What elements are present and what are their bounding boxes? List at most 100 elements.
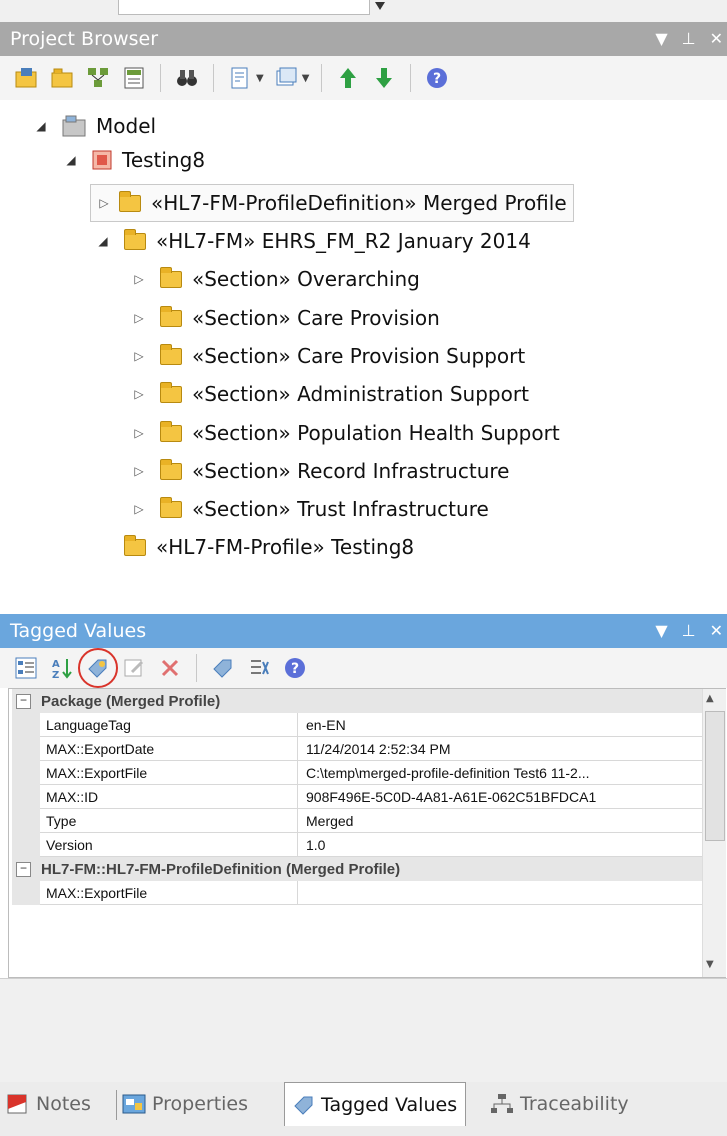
tag-value[interactable]: C:\temp\merged-profile-definition Test6 … xyxy=(298,761,702,785)
tree-node-section[interactable]: ▷ «Section» Care Provision xyxy=(132,301,440,335)
tab-tagged-values[interactable]: Tagged Values xyxy=(284,1082,467,1126)
grid-category[interactable]: − Package (Merged Profile) xyxy=(12,689,702,713)
description-area[interactable] xyxy=(0,978,727,1083)
edit-button[interactable] xyxy=(120,654,148,682)
scroll-down-icon[interactable]: ▼ xyxy=(706,959,714,970)
move-up-button[interactable] xyxy=(334,64,362,92)
tab-properties[interactable]: Properties xyxy=(122,1082,248,1126)
expand-icon[interactable]: ▷ xyxy=(132,272,146,286)
tree-node-label: «Section» Record Infrastructure xyxy=(192,459,510,483)
grid-row[interactable]: MAX::ID 908F496E-5C0D-4A81-A61E-062C51BFD… xyxy=(12,785,702,809)
package-icon xyxy=(92,150,112,170)
model-icon xyxy=(62,115,86,137)
tree-node-testing8[interactable]: ◢ Testing8 xyxy=(64,143,205,177)
grid-row[interactable]: LanguageTag en-EN xyxy=(12,713,702,737)
tree-node-section[interactable]: ▷ «Section» Overarching xyxy=(132,262,420,296)
tag-value[interactable]: 1.0 xyxy=(298,833,702,857)
tag-value[interactable]: en-EN xyxy=(298,713,702,737)
grid-row[interactable]: MAX::ExportFile C:\temp\merged-profile-de… xyxy=(12,761,702,785)
expand-icon[interactable]: ▷ xyxy=(132,311,146,325)
help-button[interactable]: ? xyxy=(281,654,309,682)
move-down-button[interactable] xyxy=(370,64,398,92)
grid-row[interactable]: Type Merged xyxy=(12,809,702,833)
dropdown-icon[interactable]: ▼ xyxy=(655,22,667,56)
new-diagram-button[interactable] xyxy=(84,64,112,92)
categorized-view-icon xyxy=(15,657,37,679)
new-tag-button[interactable] xyxy=(78,648,118,688)
tagged-values-toolbar: AZ ? xyxy=(0,648,727,688)
folder-icon xyxy=(124,228,146,250)
svg-text:Z: Z xyxy=(52,670,59,680)
tag-icon xyxy=(294,1096,313,1115)
toolbar-separator xyxy=(213,64,214,92)
delete-button[interactable] xyxy=(156,654,184,682)
tag-button[interactable] xyxy=(209,654,237,682)
view-button[interactable] xyxy=(272,64,300,92)
expand-icon[interactable]: ▷ xyxy=(132,502,146,516)
new-element-icon xyxy=(124,67,144,89)
folder-icon xyxy=(160,305,182,327)
folder-icon xyxy=(124,534,146,556)
collapse-icon[interactable]: − xyxy=(16,861,31,877)
new-element-button[interactable] xyxy=(120,64,148,92)
properties-button[interactable] xyxy=(226,64,254,92)
tag-name: LanguageTag xyxy=(40,713,298,737)
filter-button[interactable] xyxy=(245,654,273,682)
help-button[interactable]: ? xyxy=(423,64,451,92)
collapse-icon[interactable]: ◢ xyxy=(96,234,110,248)
grid-category[interactable]: − HL7-FM::HL7-FM-ProfileDefinition (Merg… xyxy=(12,857,702,881)
tag-value[interactable]: 11/24/2014 2:52:34 PM xyxy=(298,737,702,761)
tree-node-section[interactable]: ▷ «Section» Care Provision Support xyxy=(132,339,525,373)
grid-scrollbar[interactable]: ▲ ▼ xyxy=(702,689,726,977)
new-package-button[interactable] xyxy=(48,64,76,92)
find-button[interactable] xyxy=(173,64,201,92)
tree-node-model[interactable]: ◢ Model xyxy=(34,109,156,143)
tree-node-label: «HL7-FM» EHRS_FM_R2 January 2014 xyxy=(156,229,531,253)
tag-name: Version xyxy=(40,833,298,857)
tag-name: MAX::ID xyxy=(40,785,298,809)
scroll-thumb[interactable] xyxy=(705,711,725,841)
dropdown-icon[interactable]: ▼ xyxy=(655,614,667,648)
close-icon[interactable]: ✕ xyxy=(710,22,723,56)
pin-icon[interactable]: ⊥ xyxy=(682,614,696,648)
collapse-icon[interactable]: − xyxy=(16,693,31,709)
grid-row[interactable]: Version 1.0 xyxy=(12,833,702,857)
edit-icon xyxy=(124,659,144,677)
tree-node-section[interactable]: ▷ «Section» Population Health Support xyxy=(132,416,560,450)
collapse-icon[interactable]: ◢ xyxy=(34,119,48,133)
collapse-icon[interactable]: ◢ xyxy=(64,153,78,167)
expand-icon[interactable]: ▷ xyxy=(132,464,146,478)
expand-icon[interactable]: ▷ xyxy=(132,349,146,363)
chevron-down-icon[interactable]: ▼ xyxy=(302,73,310,84)
new-model-button[interactable] xyxy=(12,64,40,92)
tab-notes[interactable]: Notes xyxy=(6,1082,91,1126)
tag-value[interactable] xyxy=(298,881,702,905)
sort-az-button[interactable]: AZ xyxy=(48,654,76,682)
tree-node-profile-testing8[interactable]: «HL7-FM-Profile» Testing8 xyxy=(124,530,414,564)
chevron-down-icon[interactable]: ▼ xyxy=(256,73,264,84)
tree-node-section[interactable]: ▷ «Section» Administration Support xyxy=(132,377,529,411)
tab-label: Traceability xyxy=(520,1093,629,1115)
grid-row[interactable]: MAX::ExportFile xyxy=(12,881,702,905)
pin-icon[interactable]: ⊥ xyxy=(682,22,696,56)
tag-name: MAX::ExportFile xyxy=(40,881,298,905)
grid-row[interactable]: MAX::ExportDate 11/24/2014 2:52:34 PM xyxy=(12,737,702,761)
expand-icon[interactable]: ▷ xyxy=(132,387,146,401)
tag-value[interactable]: 908F496E-5C0D-4A81-A61E-062C51BFDCA1 xyxy=(298,785,702,809)
tree-node-section[interactable]: ▷ «Section» Record Infrastructure xyxy=(132,454,509,488)
delete-icon xyxy=(161,659,179,677)
folder-icon xyxy=(160,496,182,518)
close-icon[interactable]: ✕ xyxy=(710,614,723,648)
categorized-button[interactable] xyxy=(12,654,40,682)
tree-node-merged-profile[interactable]: ▷ «HL7-FM-ProfileDefinition» Merged Prof… xyxy=(90,184,574,222)
scroll-up-icon[interactable]: ▲ xyxy=(706,693,714,704)
svg-text:?: ? xyxy=(291,661,299,677)
tab-traceability[interactable]: Traceability xyxy=(490,1082,629,1126)
tree-node-ehrs[interactable]: ◢ «HL7-FM» EHRS_FM_R2 January 2014 xyxy=(96,224,531,258)
window-icon xyxy=(276,67,297,86)
tree-node-section[interactable]: ▷ «Section» Trust Infrastructure xyxy=(132,492,489,526)
tag-value[interactable]: Merged xyxy=(298,809,702,833)
expand-icon[interactable]: ▷ xyxy=(132,426,146,440)
traceability-icon xyxy=(491,1094,513,1113)
expand-icon[interactable]: ▷ xyxy=(97,196,111,210)
